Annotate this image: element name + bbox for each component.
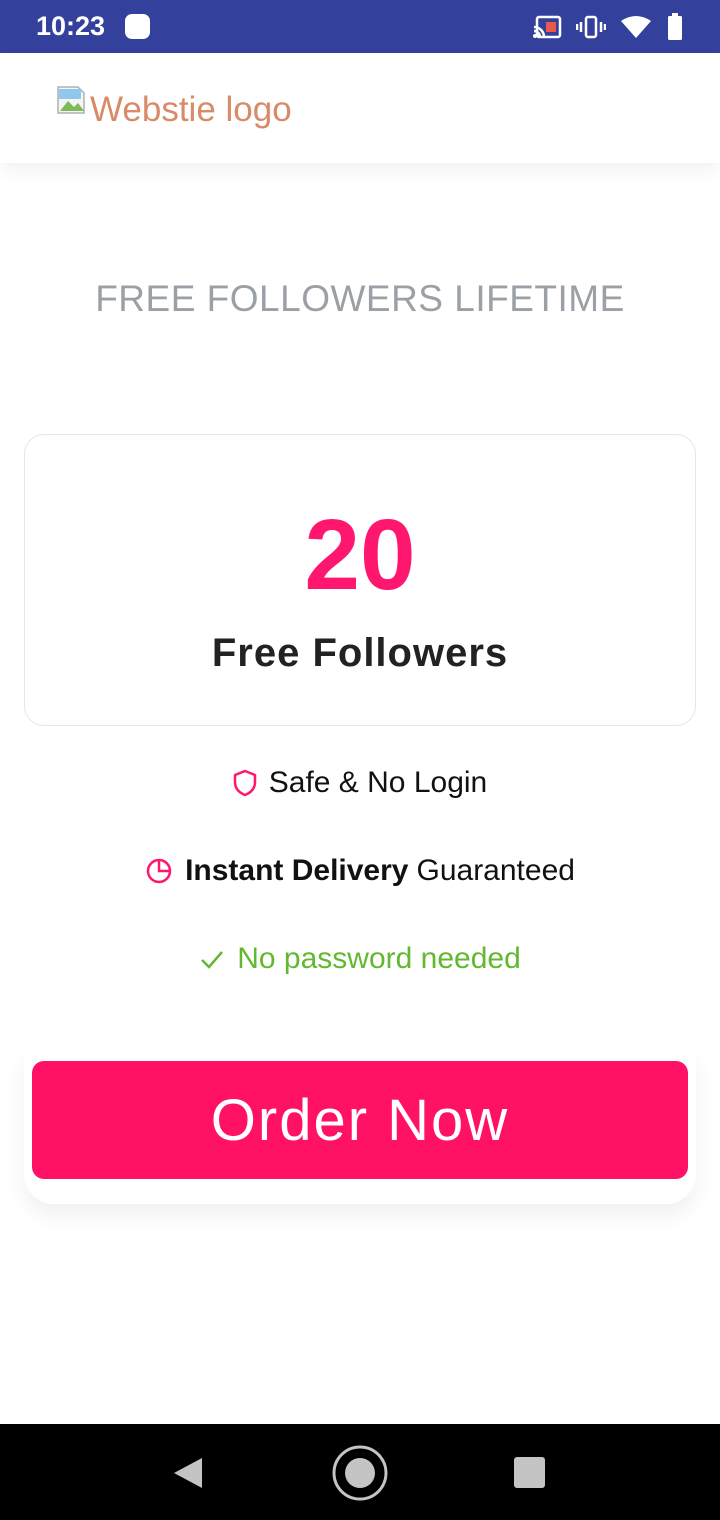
feature-safe-text: Safe & No Login	[268, 766, 488, 799]
navigation-bar	[0, 1424, 720, 1520]
broken-image-icon	[56, 85, 90, 115]
home-icon[interactable]	[331, 1444, 389, 1502]
offer-amount: 20	[304, 499, 416, 611]
recent-apps-icon[interactable]	[514, 1457, 545, 1488]
wifi-icon	[621, 15, 651, 38]
feature-instant-text: Guaranteed	[416, 854, 575, 887]
offer-label: Free Followers	[211, 631, 509, 675]
checkmark-icon	[201, 951, 224, 969]
status-time: 10:23	[36, 11, 106, 41]
order-now-button[interactable]: Order Now	[32, 1061, 688, 1179]
logo-alt-text: Webstie logo	[90, 90, 292, 129]
status-icons	[532, 12, 684, 41]
battery-icon	[668, 12, 682, 40]
site-header: Webstie logo	[0, 53, 720, 163]
feature-safe: Safe & No Login	[0, 766, 720, 800]
notification-icon	[125, 14, 151, 39]
status-bar: 10:23	[0, 0, 720, 53]
back-icon[interactable]	[172, 1456, 204, 1490]
cast-icon	[533, 15, 562, 38]
page-headline: FREE FOLLOWERS LIFETIME	[95, 278, 625, 319]
feature-password: No password needed	[0, 942, 720, 976]
website-logo[interactable]: Webstie logo	[56, 85, 292, 135]
feature-instant-bold: Instant Delivery	[185, 854, 409, 887]
shield-icon	[233, 769, 256, 797]
feature-instant: Instant Delivery Guaranteed	[0, 854, 720, 888]
feature-password-text: No password needed	[237, 942, 521, 975]
offer-card: 20 Free Followers	[24, 434, 696, 726]
vibrate-icon	[576, 15, 606, 38]
pie-chart-icon	[146, 858, 172, 884]
